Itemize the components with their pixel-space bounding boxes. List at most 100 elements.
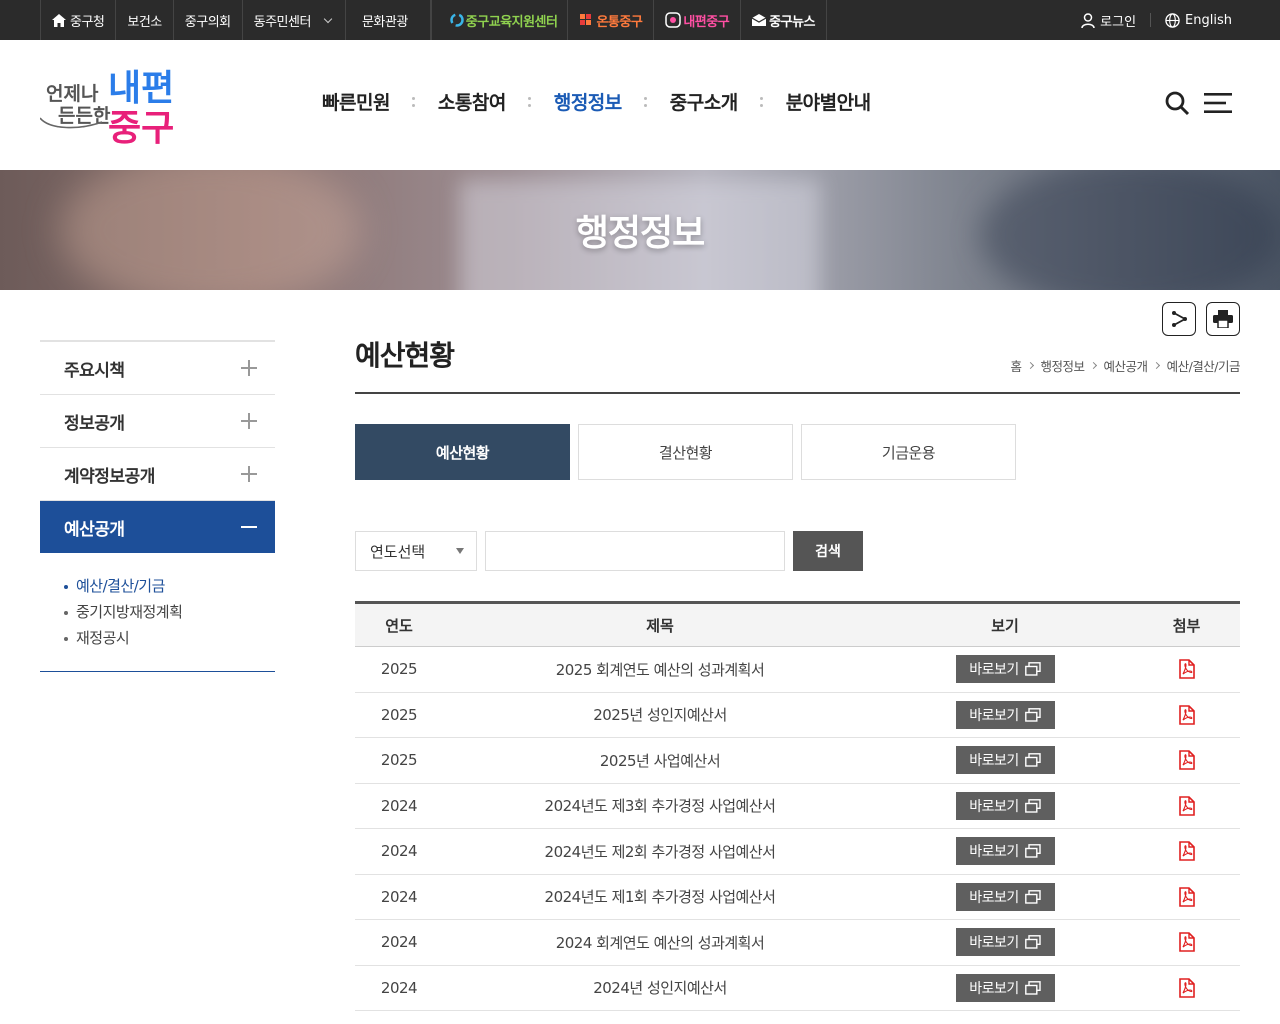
search-input[interactable] xyxy=(485,531,785,571)
view-button[interactable]: 바로보기 xyxy=(955,700,1055,729)
year-select[interactable]: 연도선택 xyxy=(355,531,477,571)
menu-icon[interactable] xyxy=(1204,90,1232,116)
table-row: 2025 2025 회계연도 예산의 성과계획서 바로보기 xyxy=(355,646,1240,693)
side-nav-item-contract[interactable]: 계약정보공개 xyxy=(40,448,275,501)
breadcrumb-item[interactable]: 예산/결산/기금 xyxy=(1167,356,1241,375)
new-window-icon xyxy=(1024,798,1041,813)
minus-icon xyxy=(241,526,257,528)
top-link-education-center[interactable]: 중구교육지원센터 xyxy=(430,0,569,40)
tab-fund[interactable]: 기금운용 xyxy=(801,424,1016,480)
share-button[interactable] xyxy=(1162,302,1196,336)
print-icon xyxy=(1213,310,1233,328)
gnb-item-participation[interactable]: 소통참여 xyxy=(416,88,528,115)
print-button[interactable] xyxy=(1206,302,1240,336)
brand-label: 온통중구 xyxy=(596,14,643,30)
row-view-cell: 바로보기 xyxy=(877,828,1133,875)
row-attach-cell xyxy=(1133,965,1240,1011)
view-button[interactable]: 바로보기 xyxy=(955,746,1055,775)
side-nav-label: 계약정보공개 xyxy=(64,466,155,487)
gnb-item-admin-info[interactable]: 행정정보 xyxy=(532,88,644,115)
row-title: 2024년 성인지예산서 xyxy=(443,965,877,1011)
logo-big-line2: 중구 xyxy=(108,108,174,148)
naepyeon-logo-icon xyxy=(665,12,682,28)
table-row: 2024 2024년 성인지예산서 바로보기 xyxy=(355,965,1240,1011)
table-row: 2025 2025년 성인지예산서 바로보기 xyxy=(355,692,1240,738)
view-button[interactable]: 바로보기 xyxy=(955,928,1055,957)
row-attach-cell xyxy=(1133,874,1240,920)
row-view-cell: 바로보기 xyxy=(877,646,1133,693)
side-nav-label: 주요시책 xyxy=(64,360,125,381)
tab-settlement[interactable]: 결산현황 xyxy=(578,424,793,480)
top-link-ontong[interactable]: 온통중구 xyxy=(568,0,655,40)
pdf-file-icon[interactable] xyxy=(1178,704,1195,725)
top-link-label: 문화관광 xyxy=(361,14,408,30)
new-window-icon xyxy=(1024,844,1041,858)
pdf-file-icon[interactable] xyxy=(1178,977,1195,998)
side-nav: 주요시책 정보공개 계약정보공개 예산공개 예산/결산/기금 중기지방재정계획 … xyxy=(40,340,275,672)
pdf-file-icon[interactable] xyxy=(1178,841,1195,862)
plus-icon xyxy=(241,466,257,482)
pdf-file-icon[interactable] xyxy=(1178,932,1195,953)
row-title: 2024년도 제2회 추가경정 사업예산서 xyxy=(443,828,877,875)
view-button[interactable]: 바로보기 xyxy=(955,882,1055,911)
login-link[interactable]: 로그인 xyxy=(1081,11,1136,30)
pdf-file-icon[interactable] xyxy=(1178,795,1195,816)
gnb-item-quick-civil[interactable]: 빠른민원 xyxy=(300,88,412,115)
side-sub-item-budget-settlement[interactable]: 예산/결산/기금 xyxy=(62,573,275,599)
breadcrumb-item[interactable]: 행정정보 xyxy=(1041,356,1086,375)
top-link-council[interactable]: 중구의회 xyxy=(174,0,243,40)
row-year: 2024 xyxy=(355,919,443,966)
top-link-community-center[interactable]: 동주민센터 xyxy=(243,0,346,40)
side-nav-item-budget[interactable]: 예산공개 xyxy=(40,501,275,553)
header-icons xyxy=(1164,90,1232,116)
pdf-file-icon[interactable] xyxy=(1178,750,1195,771)
view-button-label: 바로보기 xyxy=(969,844,1019,861)
site-header: 언제나 든든한 내편 중구 빠른민원 소통참여 행정정보 중구소개 분야별안내 xyxy=(0,40,1280,170)
logo-small-line2: 든든한 xyxy=(58,105,111,127)
view-button[interactable]: 바로보기 xyxy=(955,973,1055,1002)
top-link-culture[interactable]: 문화관광 xyxy=(346,0,431,40)
top-link-junggu[interactable]: 중구청 xyxy=(40,0,117,40)
top-links: 중구청 보건소 중구의회 동주민센터 문화관광 중구교육지원센터 온통중구 내편… xyxy=(40,0,827,40)
side-nav-submenu: 예산/결산/기금 중기지방재정계획 재정공시 xyxy=(40,553,275,672)
top-link-news[interactable]: 중구뉴스 xyxy=(741,0,827,40)
table-row: 2024 2024년도 제1회 추가경정 사업예산서 바로보기 xyxy=(355,874,1240,920)
page-title: 예산현황 xyxy=(355,339,455,372)
caret-down-icon xyxy=(456,548,464,554)
gnb-item-about[interactable]: 중구소개 xyxy=(648,88,760,115)
table-header-attach: 첨부 xyxy=(1133,602,1240,647)
side-sub-item-finance-disclosure[interactable]: 재정공시 xyxy=(62,625,275,651)
side-nav-item-info-disclosure[interactable]: 정보공개 xyxy=(40,395,275,448)
view-button[interactable]: 바로보기 xyxy=(955,791,1055,820)
side-nav-item-policy[interactable]: 주요시책 xyxy=(40,342,275,395)
breadcrumb: 홈 행정정보 예산공개 예산/결산/기금 xyxy=(1011,356,1241,375)
chevron-right-icon xyxy=(1089,361,1097,370)
divider xyxy=(1150,13,1152,27)
top-link-naepyeon[interactable]: 내편중구 xyxy=(654,0,742,40)
search-icon[interactable] xyxy=(1164,90,1190,116)
row-attach-cell xyxy=(1133,646,1240,693)
table-header-title: 제목 xyxy=(443,602,877,647)
english-link[interactable]: English xyxy=(1165,13,1232,28)
breadcrumb-item[interactable]: 예산공개 xyxy=(1104,356,1149,375)
row-attach-cell xyxy=(1133,919,1240,966)
gnb-item-fields[interactable]: 분야별안내 xyxy=(764,88,893,115)
row-title: 2025년 성인지예산서 xyxy=(443,692,877,738)
row-year: 2024 xyxy=(355,828,443,875)
pdf-file-icon[interactable] xyxy=(1178,659,1195,680)
search-button[interactable]: 검색 xyxy=(793,531,863,571)
table-header-row: 연도 제목 보기 첨부 xyxy=(355,602,1240,647)
side-sub-item-midterm-plan[interactable]: 중기지방재정계획 xyxy=(62,599,275,625)
site-logo[interactable]: 언제나 든든한 내편 중구 xyxy=(39,62,190,149)
view-button[interactable]: 바로보기 xyxy=(955,655,1055,684)
top-link-health[interactable]: 보건소 xyxy=(116,0,174,40)
table-row: 2024 2024년도 제3회 추가경정 사업예산서 바로보기 xyxy=(355,783,1240,829)
row-year: 2025 xyxy=(355,737,443,784)
pdf-file-icon[interactable] xyxy=(1178,886,1195,907)
breadcrumb-item[interactable]: 홈 xyxy=(1011,356,1023,375)
view-button[interactable]: 바로보기 xyxy=(955,837,1055,866)
content-utils xyxy=(1162,302,1240,336)
row-title: 2024년도 제1회 추가경정 사업예산서 xyxy=(443,874,877,920)
tab-budget[interactable]: 예산현황 xyxy=(355,424,570,480)
new-window-icon xyxy=(1024,662,1041,676)
